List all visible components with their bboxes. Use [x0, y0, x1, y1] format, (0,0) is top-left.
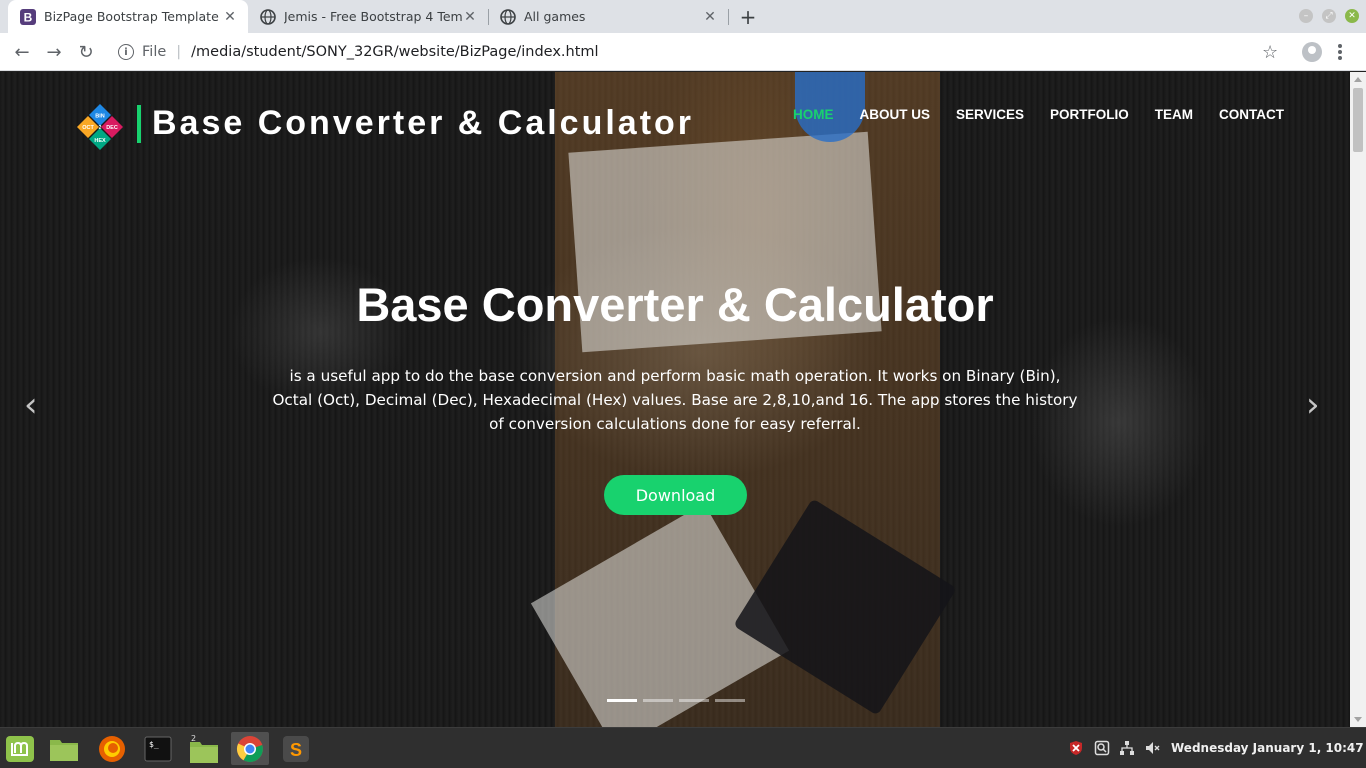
brand-title[interactable]: Base Converter & Calculator	[152, 104, 694, 143]
tab-close-icon[interactable]: ✕	[462, 9, 478, 25]
terminal-icon[interactable]: $_	[141, 732, 175, 765]
nav-team[interactable]: TEAM	[1142, 107, 1206, 122]
browser-toolbar: ← → ↻ i File | /media/student/SONY_32GR/…	[0, 33, 1366, 71]
sublime-text-icon[interactable]: S	[279, 732, 313, 765]
logo-label-left: OCT	[82, 125, 94, 131]
new-tab-plus-icon[interactable]: +	[737, 5, 759, 29]
address-bar[interactable]: i File | /media/student/SONY_32GR/websit…	[110, 37, 1290, 67]
maximize-icon[interactable]: ⤢	[1322, 9, 1336, 23]
shield-icon[interactable]	[1068, 740, 1084, 756]
logo-label-center: 2	[99, 125, 102, 131]
hero-section: BIN OCT 2 DEC HEX Base Converter & Calcu…	[0, 72, 1350, 727]
logo-label-bottom: HEX	[94, 138, 106, 144]
tab-title: Jemis - Free Bootstrap 4 Templa	[284, 9, 462, 24]
hero-description: is a useful app to do the base conversio…	[272, 367, 1078, 433]
nav-about-us[interactable]: ABOUT US	[847, 107, 944, 122]
brand-accent-bar	[137, 105, 141, 143]
terminal-prompt: $_	[149, 740, 159, 749]
carousel-indicator[interactable]	[679, 699, 709, 702]
sublime-letter: S	[290, 740, 302, 760]
files-icon[interactable]	[47, 732, 81, 765]
bootstrap-b-icon: B	[20, 8, 36, 25]
volume-muted-icon[interactable]	[1145, 740, 1161, 756]
logo-label-right: DEC	[106, 125, 118, 131]
window-count-badge: 2	[191, 734, 196, 743]
carousel-indicator[interactable]	[643, 699, 673, 702]
tab-bizpage[interactable]: B BizPage Bootstrap Template ✕	[8, 0, 248, 33]
forward-arrow-icon[interactable]: →	[43, 41, 65, 63]
carousel-next-chevron-icon[interactable]: ›	[1306, 385, 1320, 425]
update-manager-icon[interactable]	[1094, 740, 1110, 756]
download-button[interactable]: Download	[604, 475, 747, 515]
firefox-icon[interactable]	[95, 732, 129, 765]
globe-icon	[260, 8, 276, 25]
chrome-icon[interactable]	[231, 732, 269, 765]
nav-home[interactable]: HOME	[780, 107, 847, 122]
clock[interactable]: Wednesday January 1, 10:47 AM	[1171, 741, 1366, 755]
nav-portfolio[interactable]: PORTFOLIO	[1037, 107, 1142, 122]
tab-title: BizPage Bootstrap Template	[44, 9, 219, 24]
minimize-icon[interactable]: –	[1299, 9, 1313, 23]
profile-avatar-icon[interactable]	[1302, 42, 1322, 62]
scroll-up-arrow-icon[interactable]	[1354, 77, 1362, 82]
scrollbar-thumb[interactable]	[1353, 88, 1363, 152]
carousel-indicators	[607, 699, 745, 702]
tab-separator	[728, 9, 729, 25]
scheme-label: File	[142, 44, 167, 60]
mint-menu-icon[interactable]	[3, 732, 37, 765]
tab-close-icon[interactable]: ✕	[222, 9, 238, 25]
url-text[interactable]: /media/student/SONY_32GR/website/BizPage…	[191, 44, 598, 60]
close-window-icon[interactable]: ✕	[1345, 9, 1359, 23]
scroll-down-arrow-icon[interactable]	[1354, 717, 1362, 722]
network-icon[interactable]	[1119, 740, 1135, 756]
reload-icon[interactable]: ↻	[75, 41, 97, 63]
tab-close-icon[interactable]: ✕	[702, 9, 718, 25]
logo-icon: BIN OCT 2 DEC HEX	[77, 104, 123, 150]
page-scrollbar[interactable]	[1350, 72, 1366, 727]
back-arrow-icon[interactable]: ←	[11, 41, 33, 63]
nav-services[interactable]: SERVICES	[943, 107, 1037, 122]
carousel-indicator[interactable]	[715, 699, 745, 702]
main-nav: HOME ABOUT US SERVICES PORTFOLIO TEAM CO…	[780, 107, 1297, 122]
nav-contact[interactable]: CONTACT	[1206, 107, 1297, 122]
svg-text:B: B	[24, 10, 33, 24]
browser-menu-icon[interactable]	[1338, 44, 1342, 60]
info-icon[interactable]: i	[118, 44, 134, 60]
tab-jemis[interactable]: Jemis - Free Bootstrap 4 Templa ✕	[248, 0, 488, 33]
tab-all-games[interactable]: All games ✕	[488, 0, 728, 33]
hero-title: Base Converter & Calculator	[356, 278, 994, 331]
carousel-prev-chevron-icon[interactable]: ‹	[24, 385, 38, 425]
address-divider: |	[176, 44, 182, 60]
carousel-indicator[interactable]	[607, 699, 637, 702]
tab-title: All games	[524, 9, 586, 24]
globe-icon	[500, 8, 516, 25]
browser-tab-strip: B BizPage Bootstrap Template ✕ Jemis - F…	[0, 0, 1366, 33]
taskbar: $_ 2 S Wednesday January 1, 10:47	[0, 727, 1366, 768]
bookmark-star-icon[interactable]: ☆	[1262, 42, 1278, 63]
files-icon[interactable]: 2	[187, 732, 221, 765]
logo-label-top: BIN	[95, 114, 105, 120]
